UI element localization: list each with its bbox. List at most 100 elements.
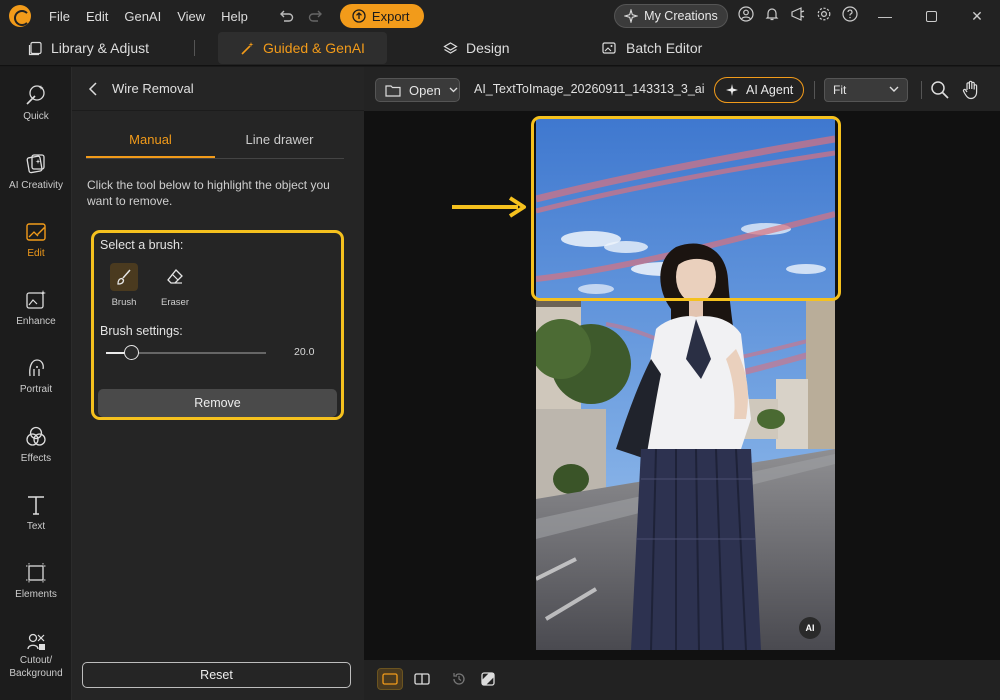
wire-area-highlight xyxy=(531,116,841,301)
eraser-tool-button[interactable] xyxy=(161,263,189,291)
rail-label-edit: Edit xyxy=(27,248,45,259)
rail-item-edit[interactable]: Edit xyxy=(0,220,72,259)
remove-button[interactable]: Remove xyxy=(98,389,337,417)
original-toggle-button[interactable] xyxy=(475,668,501,690)
reset-button[interactable]: Reset xyxy=(82,662,351,688)
tab-guided-genai[interactable]: Guided & GenAI xyxy=(218,32,387,64)
elements-icon xyxy=(26,563,46,583)
settings-gear-icon[interactable] xyxy=(816,6,832,22)
wire-removal-mode-tabs: Manual Line drawer xyxy=(86,127,344,159)
brush-size-slider-thumb[interactable] xyxy=(124,345,140,360)
rail-label-portrait: Portrait xyxy=(19,384,53,395)
brush-tool[interactable]: Brush xyxy=(104,263,144,308)
canvas-bottom-bar xyxy=(364,660,1000,700)
tab-batch-editor-label: Batch Editor xyxy=(626,40,703,56)
announcement-icon[interactable] xyxy=(790,6,806,22)
brush-icon xyxy=(117,269,131,285)
layers-icon xyxy=(443,41,458,54)
eraser-tool[interactable]: Eraser xyxy=(155,263,195,308)
rail-item-text[interactable]: Text xyxy=(0,493,72,532)
rail-label-text: Text xyxy=(26,521,46,532)
eraser-label: Eraser xyxy=(161,297,189,308)
rail-item-effects[interactable]: Effects xyxy=(0,425,72,464)
tab-batch-editor[interactable]: Batch Editor xyxy=(602,32,702,64)
zoom-select[interactable]: Fit xyxy=(824,78,908,102)
wire-removal-panel: Wire Removal Manual Line drawer Click th… xyxy=(72,67,364,700)
menu-view[interactable]: View xyxy=(177,9,205,24)
ai-agent-button[interactable]: AI Agent xyxy=(714,77,804,103)
compare-view-button[interactable] xyxy=(409,668,435,690)
eraser-icon xyxy=(167,269,183,284)
help-icon[interactable] xyxy=(842,6,858,22)
ai-agent-label: AI Agent xyxy=(746,83,794,97)
account-icon[interactable] xyxy=(738,6,754,22)
tab-design-label: Design xyxy=(466,40,510,56)
rail-item-enhance[interactable]: Enhance xyxy=(0,288,72,327)
rail-item-portrait[interactable]: Portrait xyxy=(0,356,72,395)
folder-icon xyxy=(385,84,401,97)
file-name: AI_TextToImage_20260911_143313_3_ai.... xyxy=(474,82,704,96)
left-tool-rail: Quick AI Creativity Edit Enhance Portrai… xyxy=(0,67,72,700)
upload-icon xyxy=(352,9,366,23)
open-label: Open xyxy=(409,82,441,98)
tab-guided-genai-label: Guided & GenAI xyxy=(263,40,365,56)
brush-size-slider[interactable] xyxy=(106,345,266,360)
mode-navbar: Library & Adjust Guided & GenAI Design B… xyxy=(0,32,1000,66)
sparkle-icon xyxy=(624,9,639,23)
undo-icon[interactable] xyxy=(278,8,294,24)
rail-item-quick[interactable]: Quick xyxy=(0,83,72,122)
single-view-button[interactable] xyxy=(377,668,403,690)
portrait-icon xyxy=(29,359,44,377)
brush-tool-button[interactable] xyxy=(110,263,138,291)
window-controls: — ✕ xyxy=(862,0,1000,32)
canvas-workspace: Open AI_TextToImage_20260911_143313_3_ai… xyxy=(364,67,1000,700)
text-icon xyxy=(28,496,44,515)
pointer-arrow-icon xyxy=(452,196,526,218)
before-after-icon xyxy=(481,672,495,686)
my-creations-button[interactable]: My Creations xyxy=(614,4,728,28)
tab-library-adjust[interactable]: Library & Adjust xyxy=(28,32,149,64)
close-icon[interactable]: ✕ xyxy=(954,0,1000,32)
chevron-down-icon xyxy=(889,86,899,92)
open-button[interactable]: Open xyxy=(375,78,460,102)
rail-label-effects: Effects xyxy=(20,453,52,464)
brush-label: Brush xyxy=(111,297,137,308)
titlebar-icons xyxy=(738,6,858,22)
rail-label-enhance: Enhance xyxy=(16,316,56,327)
tab-design[interactable]: Design xyxy=(443,32,510,64)
nav-divider xyxy=(194,40,195,56)
maximize-icon[interactable] xyxy=(908,0,954,32)
effects-icon xyxy=(26,426,46,446)
export-button[interactable]: Export xyxy=(339,4,424,28)
my-creations-label: My Creations xyxy=(644,9,718,23)
tab-line-drawer[interactable]: Line drawer xyxy=(215,127,344,158)
ai-generated-badge: AI xyxy=(799,617,821,639)
canvas-toolbar: Open AI_TextToImage_20260911_143313_3_ai… xyxy=(364,67,1000,111)
brush-size-value: 20.0 xyxy=(294,346,315,358)
rail-label-background: Background xyxy=(9,668,63,679)
export-label: Export xyxy=(371,8,410,24)
title-bar: File Edit GenAI View Help Export My Crea… xyxy=(0,0,1000,32)
zoom-value: Fit xyxy=(833,83,847,97)
chevron-down-icon xyxy=(449,87,458,93)
redo-icon[interactable] xyxy=(308,8,324,24)
zoom-magnifier-icon[interactable] xyxy=(929,79,951,101)
rail-item-cutout-background[interactable]: Cutout/ Background xyxy=(0,629,72,679)
menu-edit[interactable]: Edit xyxy=(86,9,108,24)
rail-label-cutout: Cutout/ xyxy=(19,655,53,666)
magic-wand-icon xyxy=(241,41,254,55)
pan-hand-icon[interactable] xyxy=(960,79,982,101)
ai-creativity-icon xyxy=(26,154,45,174)
menu-help[interactable]: Help xyxy=(221,9,248,24)
history-button[interactable] xyxy=(446,668,472,690)
menu-genai[interactable]: GenAI xyxy=(124,9,161,24)
tab-manual[interactable]: Manual xyxy=(86,127,215,158)
notification-bell-icon[interactable] xyxy=(764,6,780,22)
rail-item-ai-creativity[interactable]: AI Creativity xyxy=(0,152,72,191)
minimize-icon[interactable]: — xyxy=(862,0,908,32)
rail-item-elements[interactable]: Elements xyxy=(0,561,72,600)
back-chevron-icon[interactable] xyxy=(88,81,98,96)
panel-title: Wire Removal xyxy=(112,81,194,96)
menu-file[interactable]: File xyxy=(49,9,70,24)
brush-settings-label: Brush settings: xyxy=(100,324,183,338)
